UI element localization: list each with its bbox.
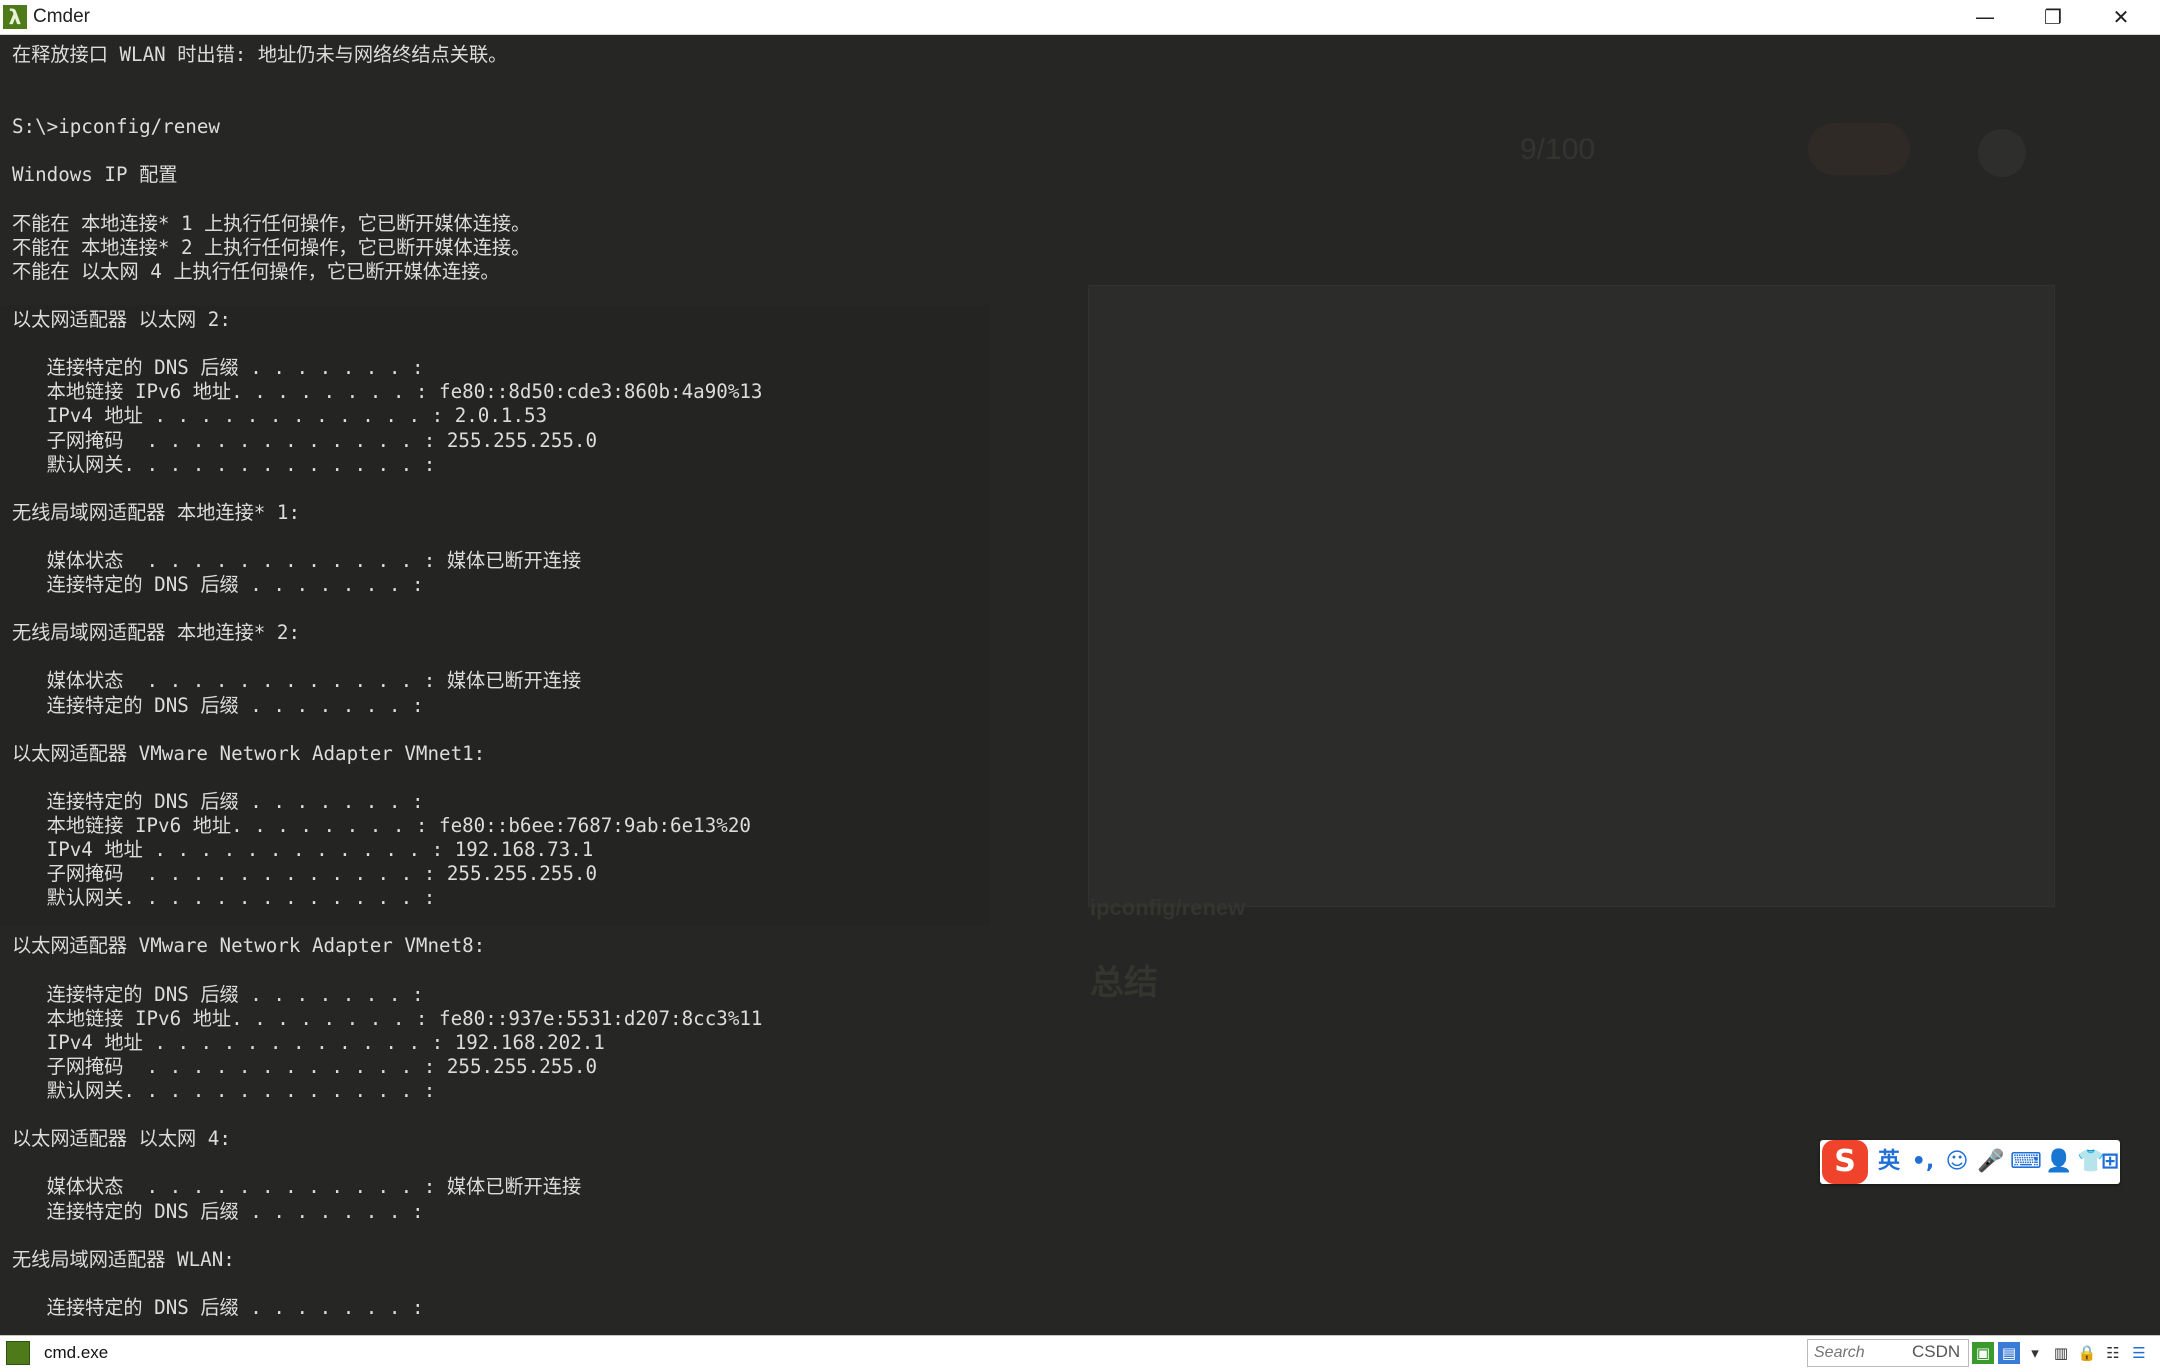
terminal-line: 连接特定的 DNS 后缀 . . . . . . . : <box>12 356 424 380</box>
background-ghost-counter: 9/100 <box>1520 133 1596 166</box>
terminal-line: 本地链接 IPv6 地址. . . . . . . . : fe80::8d50… <box>12 380 763 404</box>
terminal-line: 无线局域网适配器 WLAN: <box>12 1247 235 1271</box>
grid-menu-icon[interactable]: ⊞ <box>2100 1146 2120 1178</box>
terminal-line: IPv4 地址 . . . . . . . . . . . . : 192.16… <box>12 1030 605 1054</box>
background-ghost-heading: ipconfig/renew <box>1090 895 1246 920</box>
terminal-line: 本地链接 IPv6 地址. . . . . . . . : fe80::937e… <box>12 1006 763 1030</box>
terminal-line: 以太网适配器 以太网 4: <box>12 1127 231 1151</box>
terminal-line: 连接特定的 DNS 后缀 . . . . . . . : <box>12 1295 424 1319</box>
user-icon[interactable]: 👤 <box>2044 1146 2074 1178</box>
background-ghost-pill <box>1808 123 1910 175</box>
terminal-line: Windows IP 配置 <box>12 163 178 187</box>
minimize-button[interactable]: — <box>1952 0 2018 34</box>
terminal-line: 连接特定的 DNS 后缀 . . . . . . . : <box>12 693 424 717</box>
sogou-logo-icon[interactable]: S <box>1822 1140 1868 1184</box>
window-title: Cmder <box>33 6 91 27</box>
tray-app-icon[interactable]: ▣ <box>1972 1342 1994 1364</box>
terminal-line: 默认网关. . . . . . . . . . . . . : <box>12 1079 436 1103</box>
terminal-line: 以太网适配器 VMware Network Adapter VMnet8: <box>12 934 486 958</box>
background-ghost-summary: 总结 <box>1090 964 1158 1002</box>
close-button[interactable]: ✕ <box>2088 0 2154 34</box>
microphone-icon[interactable]: 🎤 <box>1976 1146 2006 1178</box>
background-ghost-avatar <box>1978 129 2026 177</box>
tab-label: cmd.exe <box>44 1343 109 1362</box>
tab-cmd[interactable]: cmd.exe <box>6 1339 116 1367</box>
cmd-tab-icon <box>6 1341 30 1365</box>
keyboard-icon[interactable]: ⌨ <box>2010 1146 2042 1178</box>
terminal-line: 无线局域网适配器 本地连接* 2: <box>12 621 301 645</box>
ime-toolbar[interactable]: S 英 •, ☺ 🎤 ⌨ 👤 👕 ⊞ <box>1820 1140 2120 1184</box>
tray-lock-icon[interactable]: 🔒 <box>2076 1342 2098 1364</box>
terminal-line: 子网掩码 . . . . . . . . . . . . : 255.255.2… <box>12 862 598 886</box>
terminal-line: 无线局域网适配器 本地连接* 1: <box>12 500 301 524</box>
cmder-window: λ Cmder — ❐ ✕ 9/100 ipconfig/renew 总结 在释… <box>0 0 2160 1371</box>
terminal-line: 子网掩码 . . . . . . . . . . . . : 255.255.2… <box>12 1054 598 1078</box>
terminal-line: 默认网关. . . . . . . . . . . . . : <box>12 886 436 910</box>
tray-text: CSDN <box>1912 1342 1961 1361</box>
terminal-line: 连接特定的 DNS 后缀 . . . . . . . : <box>12 982 424 1006</box>
terminal-line: 默认网关. . . . . . . . . . . . . : <box>12 452 436 476</box>
terminal-line: 不能在 本地连接* 1 上执行任何操作，它已断开媒体连接。 <box>12 211 531 235</box>
terminal-line: IPv4 地址 . . . . . . . . . . . . : 2.0.1.… <box>12 404 548 428</box>
terminal-line: 媒体状态 . . . . . . . . . . . . : 媒体已断开连接 <box>12 548 582 572</box>
terminal-line: 以太网适配器 以太网 2: <box>12 308 231 332</box>
restore-button[interactable]: ❐ <box>2020 0 2086 34</box>
chevron-down-icon[interactable]: ▾ <box>2024 1342 2046 1364</box>
terminal-line: 子网掩码 . . . . . . . . . . . . : 255.255.2… <box>12 428 598 452</box>
terminal-line: 连接特定的 DNS 后缀 . . . . . . . : <box>12 573 424 597</box>
status-bar: cmd.exe CSDN ▣ ▤ ▾ ▥ 🔒 ☷ ☰ <box>0 1335 2160 1371</box>
background-ghost-preview <box>1088 285 2055 907</box>
terminal-line: 本地链接 IPv6 地址. . . . . . . . : fe80::b6ee… <box>12 814 751 837</box>
terminal-line: 媒体状态 . . . . . . . . . . . . : 媒体已断开连接 <box>12 1175 582 1199</box>
tray-list-icon[interactable]: ☷ <box>2102 1342 2124 1364</box>
terminal-line: 在释放接口 WLAN 时出错: 地址仍未与网络终结点关联。 <box>12 43 508 66</box>
terminal-line: 不能在 本地连接* 2 上执行任何操作，它已断开媒体连接。 <box>12 235 531 259</box>
terminal-line: 媒体状态 . . . . . . . . . . . . : 媒体已断开连接 <box>12 669 582 693</box>
tray-split-icon[interactable]: ▥ <box>2050 1342 2072 1364</box>
title-bar[interactable]: λ Cmder — ❐ ✕ <box>0 0 2160 35</box>
cmder-lambda-icon[interactable]: λ <box>3 5 27 29</box>
terminal-line: 连接特定的 DNS 后缀 . . . . . . . : <box>12 789 424 813</box>
ime-mode-toggle[interactable]: 英 <box>1874 1146 1904 1178</box>
tray-menu-icon[interactable]: ☰ <box>2128 1342 2150 1364</box>
terminal-line: 以太网适配器 VMware Network Adapter VMnet1: <box>12 741 486 765</box>
terminal-line: 连接特定的 DNS 后缀 . . . . . . . : <box>12 1199 424 1223</box>
terminal-line: IPv4 地址 . . . . . . . . . . . . : 192.16… <box>12 838 594 862</box>
emoji-icon[interactable]: ☺ <box>1942 1146 1972 1178</box>
tray-network-icon[interactable]: ▤ <box>1998 1342 2020 1364</box>
terminal-line: S:\>ipconfig/renew <box>12 115 220 139</box>
terminal-line: 不能在 以太网 4 上执行任何操作，它已断开媒体连接。 <box>12 259 500 283</box>
ime-punct-toggle[interactable]: •, <box>1908 1146 1938 1178</box>
terminal-output[interactable]: 在释放接口 WLAN 时出错: 地址仍未与网络终结点关联。 S:\>ipconfi… <box>12 43 762 1320</box>
